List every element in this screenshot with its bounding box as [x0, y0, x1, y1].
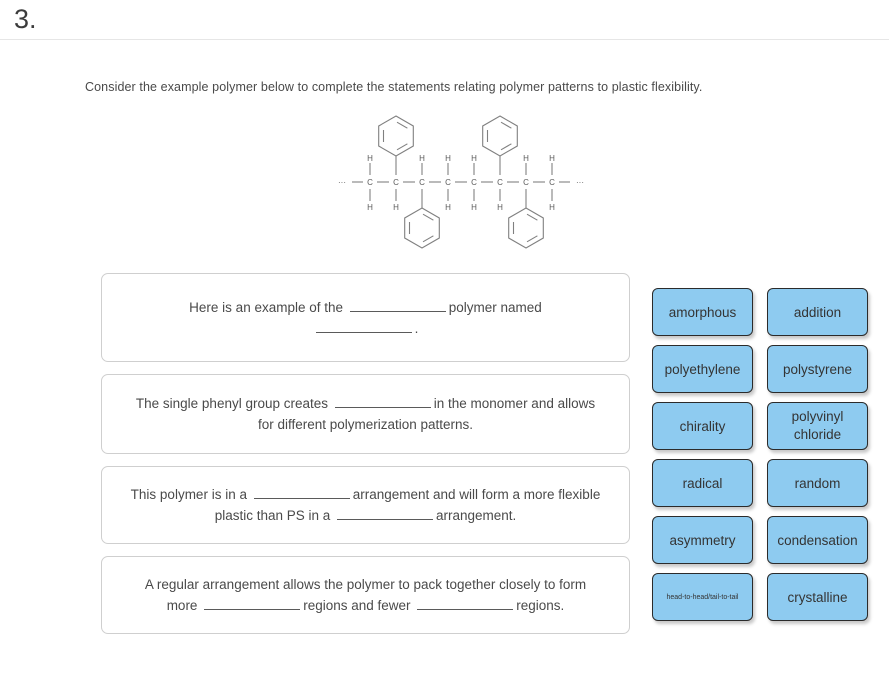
statement-text-segment: .: [414, 320, 419, 336]
carbon-atom-label: C: [497, 178, 503, 187]
answer-blank-dropzone[interactable]: [349, 297, 446, 312]
hydrogen-atom-label: H: [549, 154, 555, 163]
answer-blank-dropzone[interactable]: [334, 393, 431, 408]
answer-tile[interactable]: head-to-head/tail-to-tail: [652, 573, 753, 621]
statement-text-segment: The single phenyl group creates: [135, 396, 332, 411]
answer-tile[interactable]: amorphous: [652, 288, 753, 336]
hydrogen-atom-label: H: [471, 203, 477, 212]
statement-text: A regular arrangement allows the polymer…: [128, 574, 603, 616]
statement-box[interactable]: A regular arrangement allows the polymer…: [101, 556, 630, 634]
answer-tile[interactable]: polyvinyl chloride: [767, 402, 868, 450]
answer-tile[interactable]: condensation: [767, 516, 868, 564]
prompt-text: Consider the example polymer below to co…: [85, 80, 703, 94]
statement-text-segment: regions.: [516, 598, 565, 613]
carbon-atom-label: C: [393, 178, 399, 187]
statement-text: This polymer is in a arrangement and wil…: [128, 484, 603, 526]
answer-tile[interactable]: chirality: [652, 402, 753, 450]
answer-tile[interactable]: crystalline: [767, 573, 868, 621]
carbon-atom-label: C: [445, 178, 451, 187]
answer-tile[interactable]: addition: [767, 288, 868, 336]
hydrogen-atom-label: H: [549, 203, 555, 212]
answer-tile[interactable]: polyethylene: [652, 345, 753, 393]
statement-text-segment: regions and fewer: [303, 598, 415, 613]
hydrogen-atom-label: H: [445, 203, 451, 212]
answer-blank-dropzone[interactable]: [417, 595, 514, 610]
hydrogen-atom-label: H: [367, 203, 373, 212]
statement-text: Here is an example of the polymer named …: [189, 297, 542, 339]
carbon-atom-label: C: [471, 178, 477, 187]
chain-continuation-left: ···: [338, 178, 346, 187]
answer-tile[interactable]: asymmetry: [652, 516, 753, 564]
statement-box[interactable]: This polymer is in a arrangement and wil…: [101, 466, 630, 544]
answer-tile[interactable]: radical: [652, 459, 753, 507]
hydrogen-atom-label: H: [393, 203, 399, 212]
statement-box[interactable]: Here is an example of the polymer named …: [101, 273, 630, 362]
hydrogen-atom-label: H: [367, 154, 373, 163]
structure-svg: ··· ··· C H H C H C H C H H C H H C H C H C H H: [338, 115, 584, 249]
carbon-atom-label: C: [523, 178, 529, 187]
question-header: 3.: [0, 0, 889, 40]
hydrogen-atom-label: H: [497, 203, 503, 212]
hydrogen-atom-label: H: [445, 154, 451, 163]
chain-continuation-right: ···: [576, 178, 584, 187]
statement-text-segment: polymer named: [448, 299, 542, 315]
hydrogen-atom-label: H: [419, 154, 425, 163]
answer-tile[interactable]: polystyrene: [767, 345, 868, 393]
carbon-atom-label: C: [549, 178, 555, 187]
statement-box[interactable]: The single phenyl group creates in the m…: [101, 374, 630, 454]
answer-blank-dropzone[interactable]: [315, 318, 412, 333]
statement-text-segment: This polymer is in a: [130, 487, 251, 502]
answer-blank-dropzone[interactable]: [204, 595, 301, 610]
answer-tiles-panel: amorphous addition polyethylene polystyrene…: [652, 288, 882, 621]
hydrogen-atom-label: H: [471, 154, 477, 163]
carbon-atom-label: C: [367, 178, 373, 187]
answer-tile[interactable]: random: [767, 459, 868, 507]
statement-text-segment: arrangement.: [436, 508, 517, 523]
hydrogen-atom-label: H: [523, 154, 529, 163]
statement-text: The single phenyl group creates in the m…: [128, 393, 603, 435]
carbon-atom-label: C: [419, 178, 425, 187]
statement-text-segment: Here is an example of the: [189, 299, 347, 315]
question-number: 3.: [14, 4, 37, 34]
statements-column: Here is an example of the polymer named …: [101, 273, 630, 646]
answer-blank-dropzone[interactable]: [337, 505, 434, 520]
answer-blank-dropzone[interactable]: [253, 484, 350, 499]
polystyrene-structure-diagram: ··· ··· C H H C H C H C H H C H H C H C H C H H: [330, 103, 615, 268]
